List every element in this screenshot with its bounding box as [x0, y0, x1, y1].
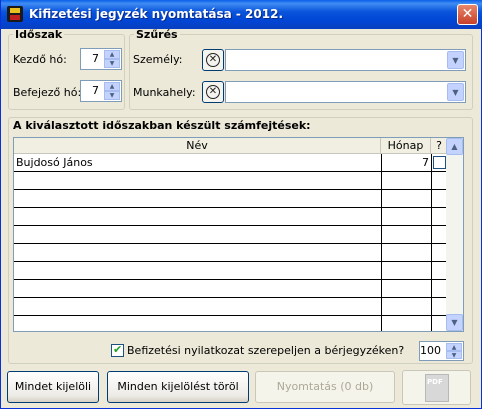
payroll-grid[interactable]: Név Hónap ? Bujdosó János 7 ▲ ▼ [13, 137, 464, 332]
end-month-label: Befejező hó: [13, 86, 82, 99]
spin-down-icon[interactable]: ▼ [446, 351, 462, 359]
row-select-checkbox[interactable] [433, 156, 446, 169]
declaration-label: Befizetési nyilatkozat szerepeljen a bér… [127, 344, 405, 357]
table-row[interactable] [14, 172, 448, 190]
declaration-checkbox[interactable]: ✔ [111, 343, 124, 357]
payroll-list-title: A kiválasztott időszakban készült számfe… [13, 119, 311, 132]
title-bar: Kifizetési jegyzék nyomtatása - 2012. ✕ [1, 0, 482, 29]
person-label: Személy: [133, 53, 183, 66]
clear-filter-icon: ✕ [206, 85, 220, 99]
close-button[interactable]: ✕ [457, 4, 478, 25]
end-month-value: 7 [92, 84, 99, 97]
start-month-spinner[interactable]: 7 ▲ ▼ [80, 48, 122, 70]
vertical-scrollbar[interactable]: ▲ ▼ [446, 138, 463, 331]
spin-down-icon[interactable]: ▼ [104, 91, 120, 100]
clear-filter-icon: ✕ [206, 53, 220, 67]
scroll-up-icon[interactable]: ▲ [446, 138, 463, 155]
window-title: Kifizetési jegyzék nyomtatása - 2012. [29, 7, 283, 21]
start-month-label: Kezdő hó: [13, 53, 67, 66]
table-row[interactable] [14, 262, 448, 280]
pdf-icon-label: PDF [427, 378, 443, 386]
chevron-down-icon[interactable]: ▼ [447, 83, 464, 101]
table-row[interactable] [14, 298, 448, 316]
clear-person-button[interactable]: ✕ [202, 49, 224, 71]
spin-up-icon[interactable]: ▲ [104, 50, 120, 59]
column-divider [381, 154, 382, 331]
period-legend: Időszak [15, 28, 63, 41]
workplace-label: Munkahely: [133, 86, 196, 99]
table-row[interactable] [14, 244, 448, 262]
table-row[interactable] [14, 316, 448, 334]
row-name: Bujdosó János [16, 156, 93, 169]
table-row[interactable] [14, 208, 448, 226]
app-icon [7, 6, 23, 22]
table-row[interactable]: Bujdosó János 7 [14, 154, 448, 172]
spin-up-icon[interactable]: ▲ [446, 343, 462, 351]
close-icon: ✕ [461, 6, 474, 22]
spin-up-icon[interactable]: ▲ [104, 82, 120, 91]
copies-spinner[interactable]: 100 ▲ ▼ [419, 341, 464, 361]
pdf-export-button[interactable]: PDF [402, 370, 471, 405]
table-row[interactable] [14, 190, 448, 208]
select-all-button[interactable]: Mindet kijelöli [7, 371, 99, 403]
table-row[interactable] [14, 226, 448, 244]
copies-value: 100 [420, 344, 441, 357]
workplace-combobox[interactable]: ▼ [225, 81, 466, 103]
filter-legend: Szűrés [136, 28, 178, 41]
table-row[interactable] [14, 280, 448, 298]
start-month-value: 7 [92, 52, 99, 65]
column-divider [431, 154, 432, 331]
clear-workplace-button[interactable]: ✕ [202, 81, 224, 103]
spin-down-icon[interactable]: ▼ [104, 59, 120, 68]
deselect-all-button[interactable]: Minden kijelölést töröl [107, 371, 249, 403]
row-month: 7 [422, 156, 429, 169]
print-payslip-dialog: Kifizetési jegyzék nyomtatása - 2012. ✕ … [0, 0, 482, 409]
column-header-name[interactable]: Név [14, 138, 381, 154]
end-month-spinner[interactable]: 7 ▲ ▼ [80, 80, 122, 102]
pdf-icon: PDF [425, 374, 449, 402]
print-button[interactable]: Nyomtatás (0 db) [255, 371, 395, 403]
checkmark-icon: ✔ [113, 343, 123, 356]
chevron-down-icon[interactable]: ▼ [447, 51, 464, 69]
person-combobox[interactable]: ▼ [225, 49, 466, 71]
scroll-down-icon[interactable]: ▼ [446, 314, 463, 331]
column-header-month[interactable]: Hónap [381, 138, 431, 154]
